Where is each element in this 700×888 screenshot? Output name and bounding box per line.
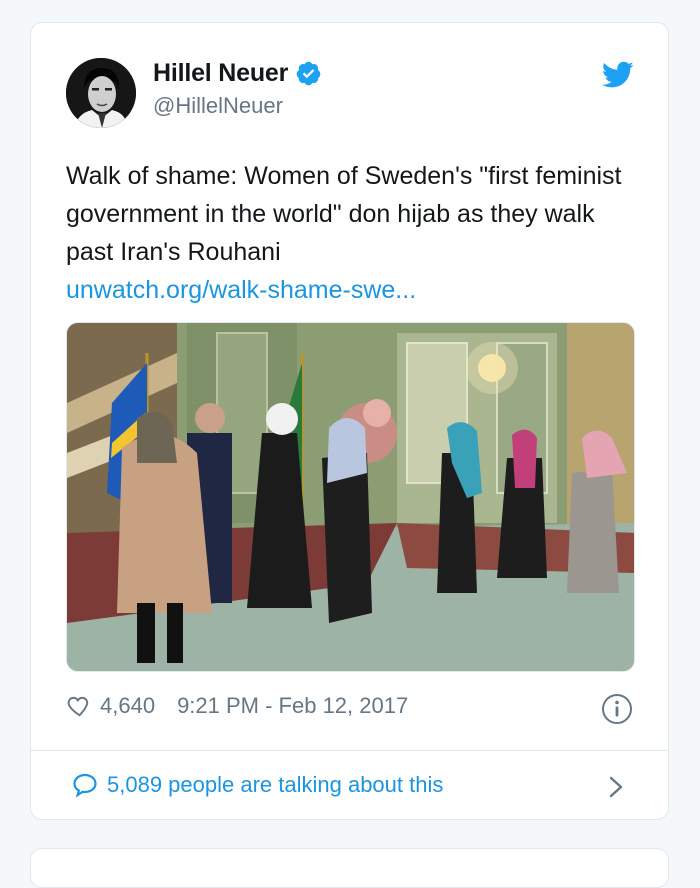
like-count[interactable]: 4,640 xyxy=(100,693,155,719)
tweet-meta: 4,640 9:21 PM - Feb 12, 2017 xyxy=(66,693,408,719)
verified-badge-icon xyxy=(295,60,322,87)
tweet-body: Walk of shame: Women of Sweden's "first … xyxy=(66,162,622,266)
author-name-row: Hillel Neuer xyxy=(153,59,322,88)
twitter-bird-icon[interactable] xyxy=(601,61,634,89)
info-icon[interactable] xyxy=(601,693,633,725)
tweet-link[interactable]: unwatch.org/walk-shame-swe... xyxy=(66,271,641,309)
next-tweet-card xyxy=(30,848,669,888)
tweet-card: Hillel Neuer @HillelNeuer Walk of shame:… xyxy=(30,22,669,820)
conversation-link[interactable]: 5,089 people are talking about this xyxy=(71,771,443,799)
author-handle[interactable]: @HillelNeuer xyxy=(153,93,283,119)
conversation-count[interactable]: 5,089 people are talking about this xyxy=(107,772,443,798)
author-avatar[interactable] xyxy=(66,58,136,128)
tweet-text: Walk of shame: Women of Sweden's "first … xyxy=(66,157,641,309)
author-name[interactable]: Hillel Neuer xyxy=(153,59,288,88)
heart-icon[interactable] xyxy=(66,693,92,719)
divider xyxy=(31,750,668,751)
speech-bubble-icon xyxy=(71,771,99,799)
chevron-right-icon[interactable] xyxy=(605,773,627,801)
tweet-photo[interactable] xyxy=(66,322,635,672)
tweet-timestamp[interactable]: 9:21 PM - Feb 12, 2017 xyxy=(177,693,408,719)
